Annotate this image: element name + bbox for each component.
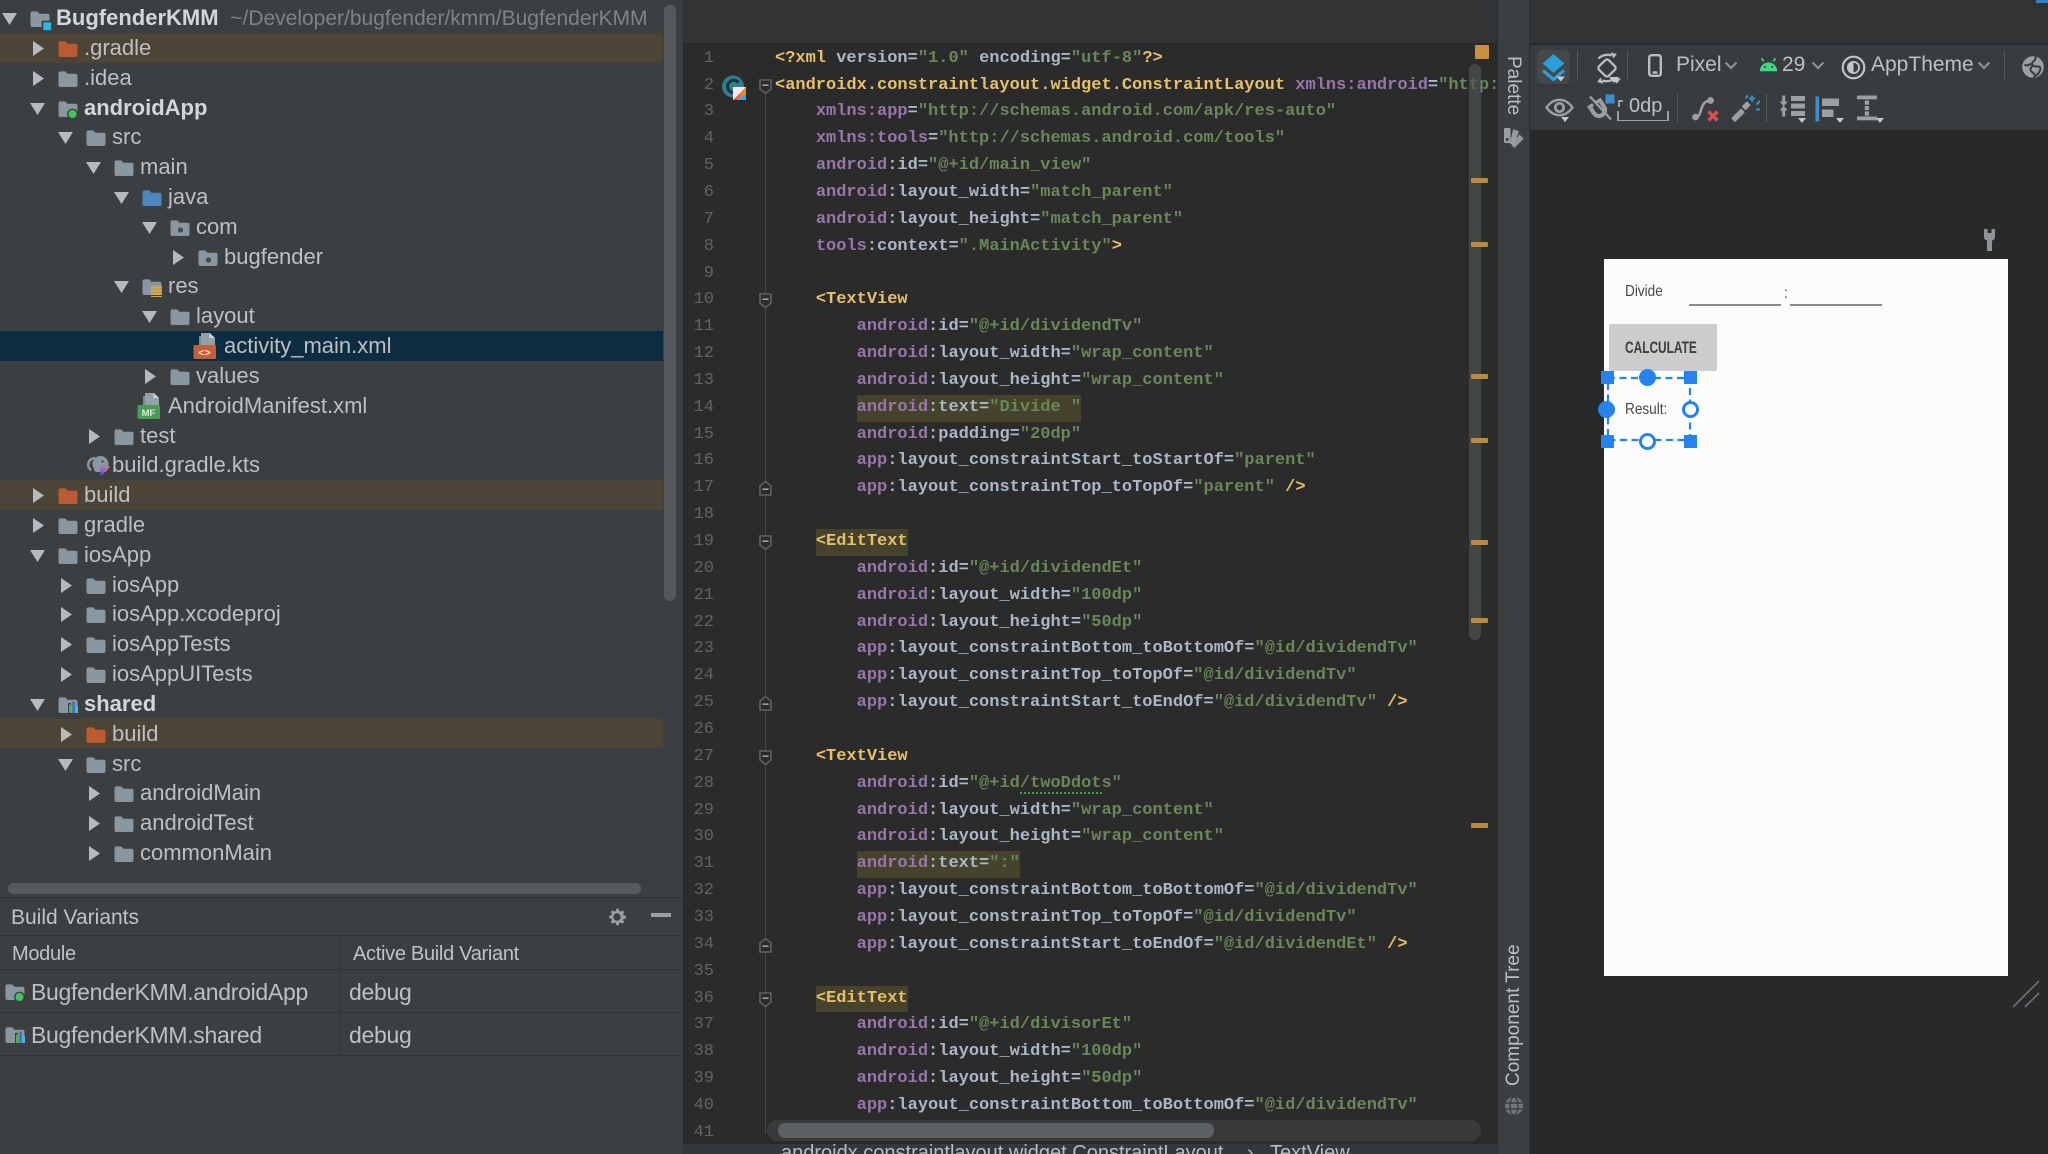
svg-text:<>: <> [198, 348, 211, 360]
svg-text:MF: MF [142, 408, 156, 419]
